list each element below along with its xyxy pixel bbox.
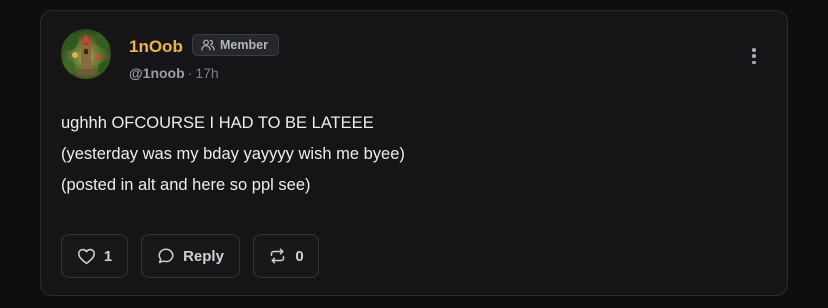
- users-icon: [201, 39, 215, 51]
- reply-button[interactable]: Reply: [141, 234, 240, 278]
- heart-icon: [77, 248, 95, 264]
- meta-separator: ·: [187, 65, 193, 81]
- author-meta: @1noob · 17h: [129, 65, 219, 81]
- repost-button[interactable]: 0: [253, 234, 319, 278]
- vertical-dots-icon: [752, 48, 756, 52]
- repost-count: 0: [295, 247, 304, 265]
- post-body-line: (posted in alt and here so ppl see): [61, 176, 311, 194]
- author-handle[interactable]: @1noob: [129, 65, 185, 81]
- role-badge: Member: [192, 34, 279, 56]
- post-body: ughhh OFCOURSE I HAD TO BE LATEEE (yeste…: [61, 108, 405, 201]
- reply-label: Reply: [183, 247, 224, 265]
- role-label: Member: [220, 38, 268, 52]
- like-count: 1: [103, 247, 113, 265]
- post-timestamp: 17h: [195, 65, 219, 81]
- post-body-line: ughhh OFCOURSE I HAD TO BE LATEEE: [61, 114, 374, 132]
- like-button[interactable]: 1: [61, 234, 128, 278]
- post-body-line: (yesterday was my bday yayyyy wish me by…: [61, 145, 405, 163]
- avatar[interactable]: [61, 29, 111, 79]
- username[interactable]: 1nOob: [129, 37, 183, 57]
- more-options-button[interactable]: [747, 45, 761, 67]
- speech-bubble-icon: [158, 248, 174, 264]
- avatar-image: [61, 29, 111, 79]
- post-card: 1nOob Member @1noob · 17h ughhh OFCOURSE I…: [40, 10, 788, 296]
- repost-arrows-icon: [271, 248, 285, 264]
